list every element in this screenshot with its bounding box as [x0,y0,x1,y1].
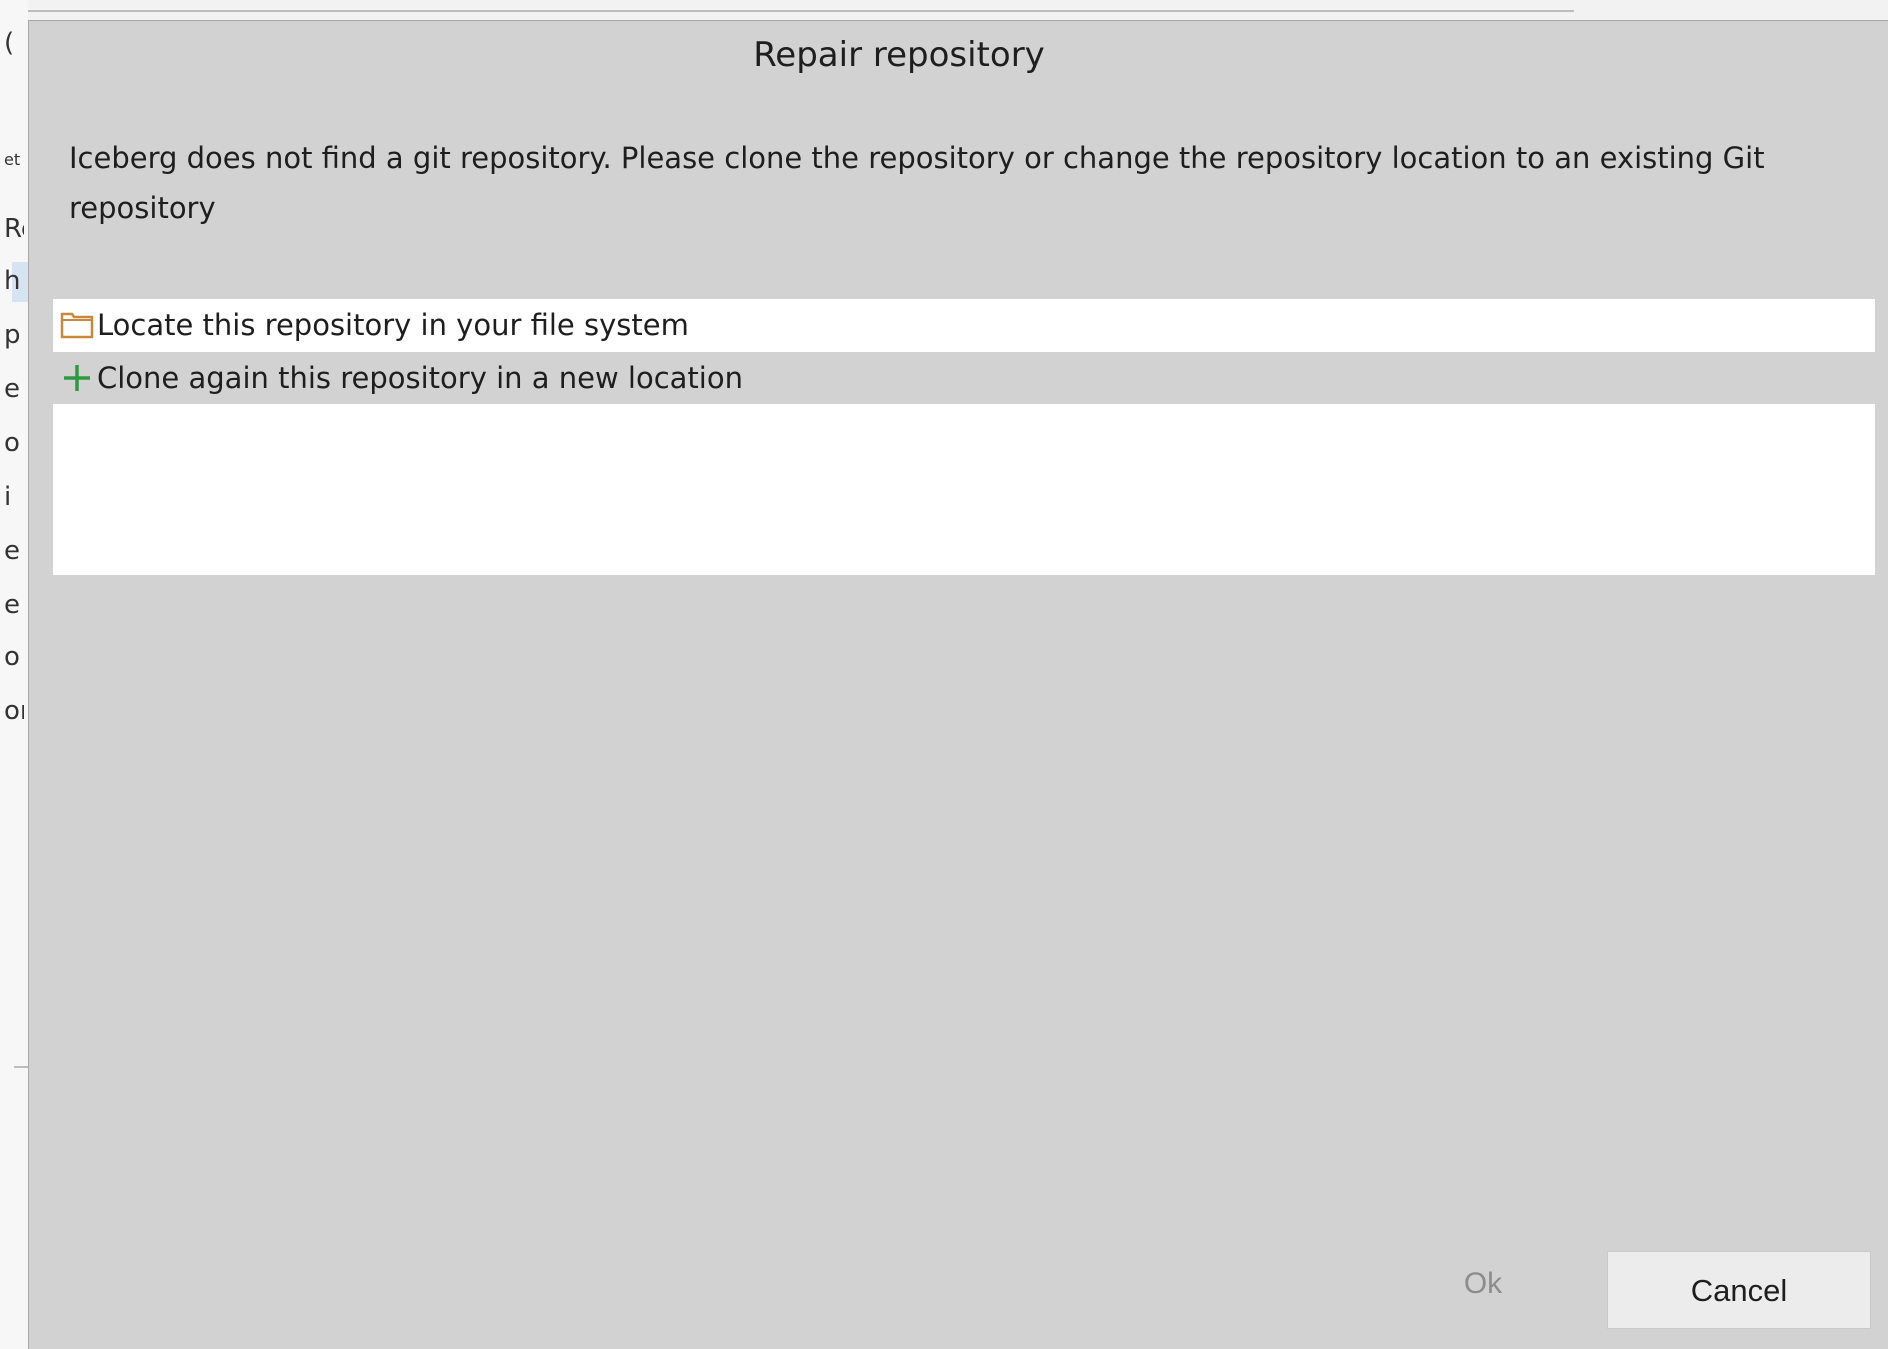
repair-repository-dialog: Repair repository Iceberg does not find … [28,20,1888,1349]
background-fragment[interactable]: e [4,536,24,566]
background-divider [14,1066,28,1068]
background-fragment: et [4,150,21,169]
dialog-message: Iceberg does not find a git repository. … [69,141,1765,225]
cancel-button[interactable]: Cancel [1607,1251,1871,1329]
option-clone-repository[interactable]: Clone again this repository in a new loc… [53,352,1875,404]
background-fragment[interactable]: or [4,696,24,726]
dialog-title: Repair repository [29,35,1888,75]
background-fragment[interactable]: o [4,428,24,458]
background-fragment[interactable]: h [4,266,24,296]
background-list-strip: ( et Re h p e o i e e o or [0,0,28,1349]
dialog-title-text: Repair repository [753,35,1045,75]
folder-icon [59,308,95,342]
option-clone-label: Clone again this repository in a new loc… [97,361,743,395]
background-fragment[interactable]: e [4,374,24,404]
background-fragment: ( [4,28,15,58]
repair-options-list: Locate this repository in your file syst… [53,299,1875,575]
background-fragment[interactable]: e [4,590,24,620]
ok-button[interactable]: Ok [1413,1251,1553,1315]
plus-icon [59,361,95,395]
background-fragment[interactable]: o [4,642,24,672]
background-fragment[interactable]: p [4,320,24,350]
option-locate-label: Locate this repository in your file syst… [97,308,689,342]
option-locate-repository[interactable]: Locate this repository in your file syst… [53,299,1875,351]
background-window-border [14,10,1574,12]
background-fragment[interactable]: i [4,482,24,512]
background-fragment: Re [4,214,24,244]
